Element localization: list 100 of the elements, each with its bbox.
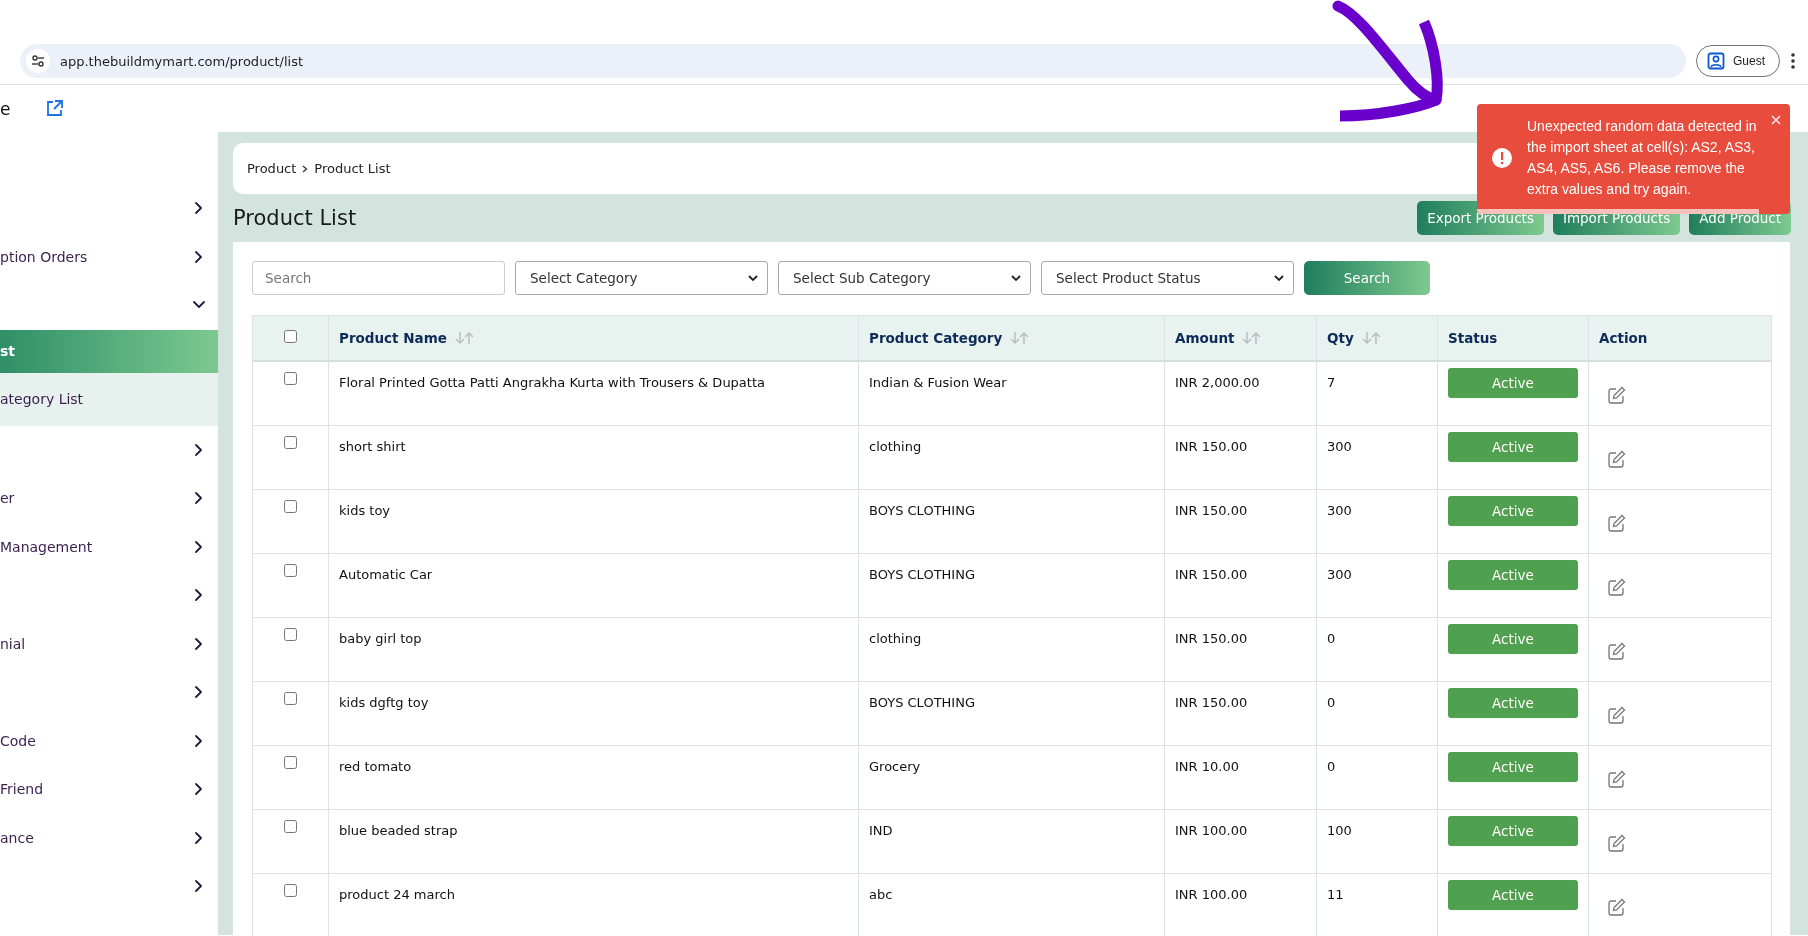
row-checkbox[interactable]: [284, 563, 297, 577]
qty-cell: 0: [1327, 694, 1336, 710]
more-menu-icon[interactable]: [1790, 52, 1796, 70]
column-header[interactable]: Amount: [1175, 330, 1235, 346]
row-checkbox[interactable]: [284, 435, 297, 449]
status-badge: Active: [1448, 431, 1578, 462]
category-cell: clothing: [869, 630, 922, 646]
address-bar[interactable]: app.thebuildmymart.com/product/list: [20, 44, 1686, 78]
row-checkbox[interactable]: [284, 372, 297, 385]
qty-cell: 0: [1327, 630, 1336, 646]
select-field[interactable]: Select Product Status: [1041, 261, 1294, 295]
product-name: Automatic Car: [339, 566, 433, 582]
category-cell: BOYS CLOTHING: [869, 694, 975, 710]
select-all-checkbox[interactable]: [284, 330, 297, 343]
category-cell: BOYS CLOTHING: [869, 502, 975, 518]
column-header[interactable]: Product Category: [869, 330, 1003, 346]
amount-cell: INR 150.00: [1175, 694, 1248, 710]
edit-icon[interactable]: [1607, 705, 1626, 725]
edit-icon[interactable]: [1607, 513, 1626, 533]
site-settings-icon[interactable]: [26, 49, 50, 73]
breadcrumb-item[interactable]: Product: [247, 161, 297, 176]
qty-cell: 11: [1327, 886, 1344, 902]
caret-icon: [747, 272, 759, 284]
sidebar-item[interactable]: ance: [0, 813, 218, 862]
product-name: product 24 march: [339, 886, 455, 902]
edit-icon[interactable]: [1607, 769, 1626, 789]
caret-icon: [1010, 272, 1022, 284]
sidebar-item[interactable]: nial: [0, 619, 218, 668]
url-text: app.thebuildmymart.com/product/list: [60, 53, 304, 69]
amount-cell: INR 2,000.00: [1175, 375, 1260, 390]
row-checkbox[interactable]: [284, 819, 297, 833]
edit-icon[interactable]: [1607, 833, 1626, 853]
category-cell: clothing: [869, 438, 922, 454]
edit-icon[interactable]: [1607, 577, 1626, 597]
amount-cell: INR 100.00: [1175, 822, 1248, 838]
sidebar-item[interactable]: Friend: [0, 765, 218, 814]
qty-cell: 300: [1327, 566, 1352, 582]
alert-icon: [1491, 147, 1513, 169]
brand-text: e: [0, 98, 11, 119]
status-badge: Active: [1448, 368, 1578, 398]
column-header[interactable]: Qty: [1327, 330, 1354, 346]
qty-cell: 0: [1327, 758, 1336, 774]
sidebar-subitem[interactable]: st: [0, 329, 218, 373]
amount-cell: INR 150.00: [1175, 502, 1248, 518]
amount-cell: INR 150.00: [1175, 630, 1248, 646]
row-checkbox[interactable]: [284, 499, 297, 513]
status-badge: Active: [1448, 751, 1578, 782]
page-title: Product List: [233, 206, 357, 230]
status-badge: Active: [1448, 623, 1578, 654]
row-checkbox[interactable]: [284, 627, 297, 641]
edit-icon[interactable]: [1607, 386, 1626, 405]
search-field[interactable]: Search: [252, 261, 505, 295]
category-cell: abc: [869, 886, 893, 902]
caret-icon: [1273, 272, 1285, 284]
product-name: kids dgftg toy: [339, 694, 429, 710]
amount-cell: INR 150.00: [1175, 566, 1248, 582]
sidebar-subitem[interactable]: ategory List: [0, 372, 218, 426]
sidebar-item[interactable]: ption Orders: [0, 232, 218, 281]
qty-cell: 300: [1327, 438, 1352, 454]
edit-icon[interactable]: [1607, 449, 1626, 469]
select-field[interactable]: Select Sub Category: [778, 261, 1031, 295]
sidebar-item[interactable]: er: [0, 474, 218, 523]
category-cell: Grocery: [869, 758, 921, 774]
amount-cell: INR 150.00: [1175, 438, 1248, 454]
close-icon[interactable]: [1770, 114, 1782, 126]
product-name: kids toy: [339, 502, 391, 518]
category-cell: BOYS CLOTHING: [869, 566, 975, 582]
status-badge: Active: [1448, 687, 1578, 718]
column-header: Action: [1599, 330, 1648, 346]
status-badge: Active: [1448, 815, 1578, 846]
edit-icon[interactable]: [1607, 897, 1626, 917]
amount-cell: INR 10.00: [1175, 758, 1239, 774]
row-checkbox[interactable]: [284, 691, 297, 705]
product-name: blue beaded strap: [339, 822, 458, 838]
breadcrumb-item: Product List: [314, 161, 391, 176]
select-field[interactable]: Select Category: [515, 261, 768, 295]
product-name: short shirt: [339, 438, 406, 454]
row-checkbox[interactable]: [284, 755, 297, 769]
qty-cell: 7: [1327, 375, 1336, 390]
profile-button[interactable]: Guest: [1696, 45, 1780, 77]
profile-icon: [1707, 52, 1725, 70]
edit-icon[interactable]: [1607, 641, 1626, 661]
column-header: Status: [1448, 330, 1498, 346]
qty-cell: 100: [1327, 822, 1352, 838]
category-cell: Indian & Fusion Wear: [869, 375, 1007, 390]
product-name: Floral Printed Gotta Patti Angrakha Kurta with Trousers & Dupatta: [339, 375, 765, 390]
category-cell: IND: [869, 822, 893, 838]
product-name: baby girl top: [339, 630, 422, 646]
column-header[interactable]: Product Name: [339, 330, 447, 346]
external-link-icon[interactable]: [46, 100, 64, 117]
status-badge: Active: [1448, 879, 1578, 910]
toast-message: Unexpected random data detected in the import sheet at cell(s): AS2, AS3, AS4, AS5, AS6. Please remove the extra values and try again.: [1527, 117, 1758, 199]
sidebar-item[interactable]: Management: [0, 522, 218, 571]
row-checkbox[interactable]: [284, 883, 297, 897]
amount-cell: INR 100.00: [1175, 886, 1248, 902]
status-badge: Active: [1448, 495, 1578, 526]
product-name: red tomato: [339, 758, 412, 774]
qty-cell: 300: [1327, 502, 1352, 518]
status-badge: Active: [1448, 559, 1578, 590]
sidebar-item[interactable]: Code: [0, 716, 218, 765]
